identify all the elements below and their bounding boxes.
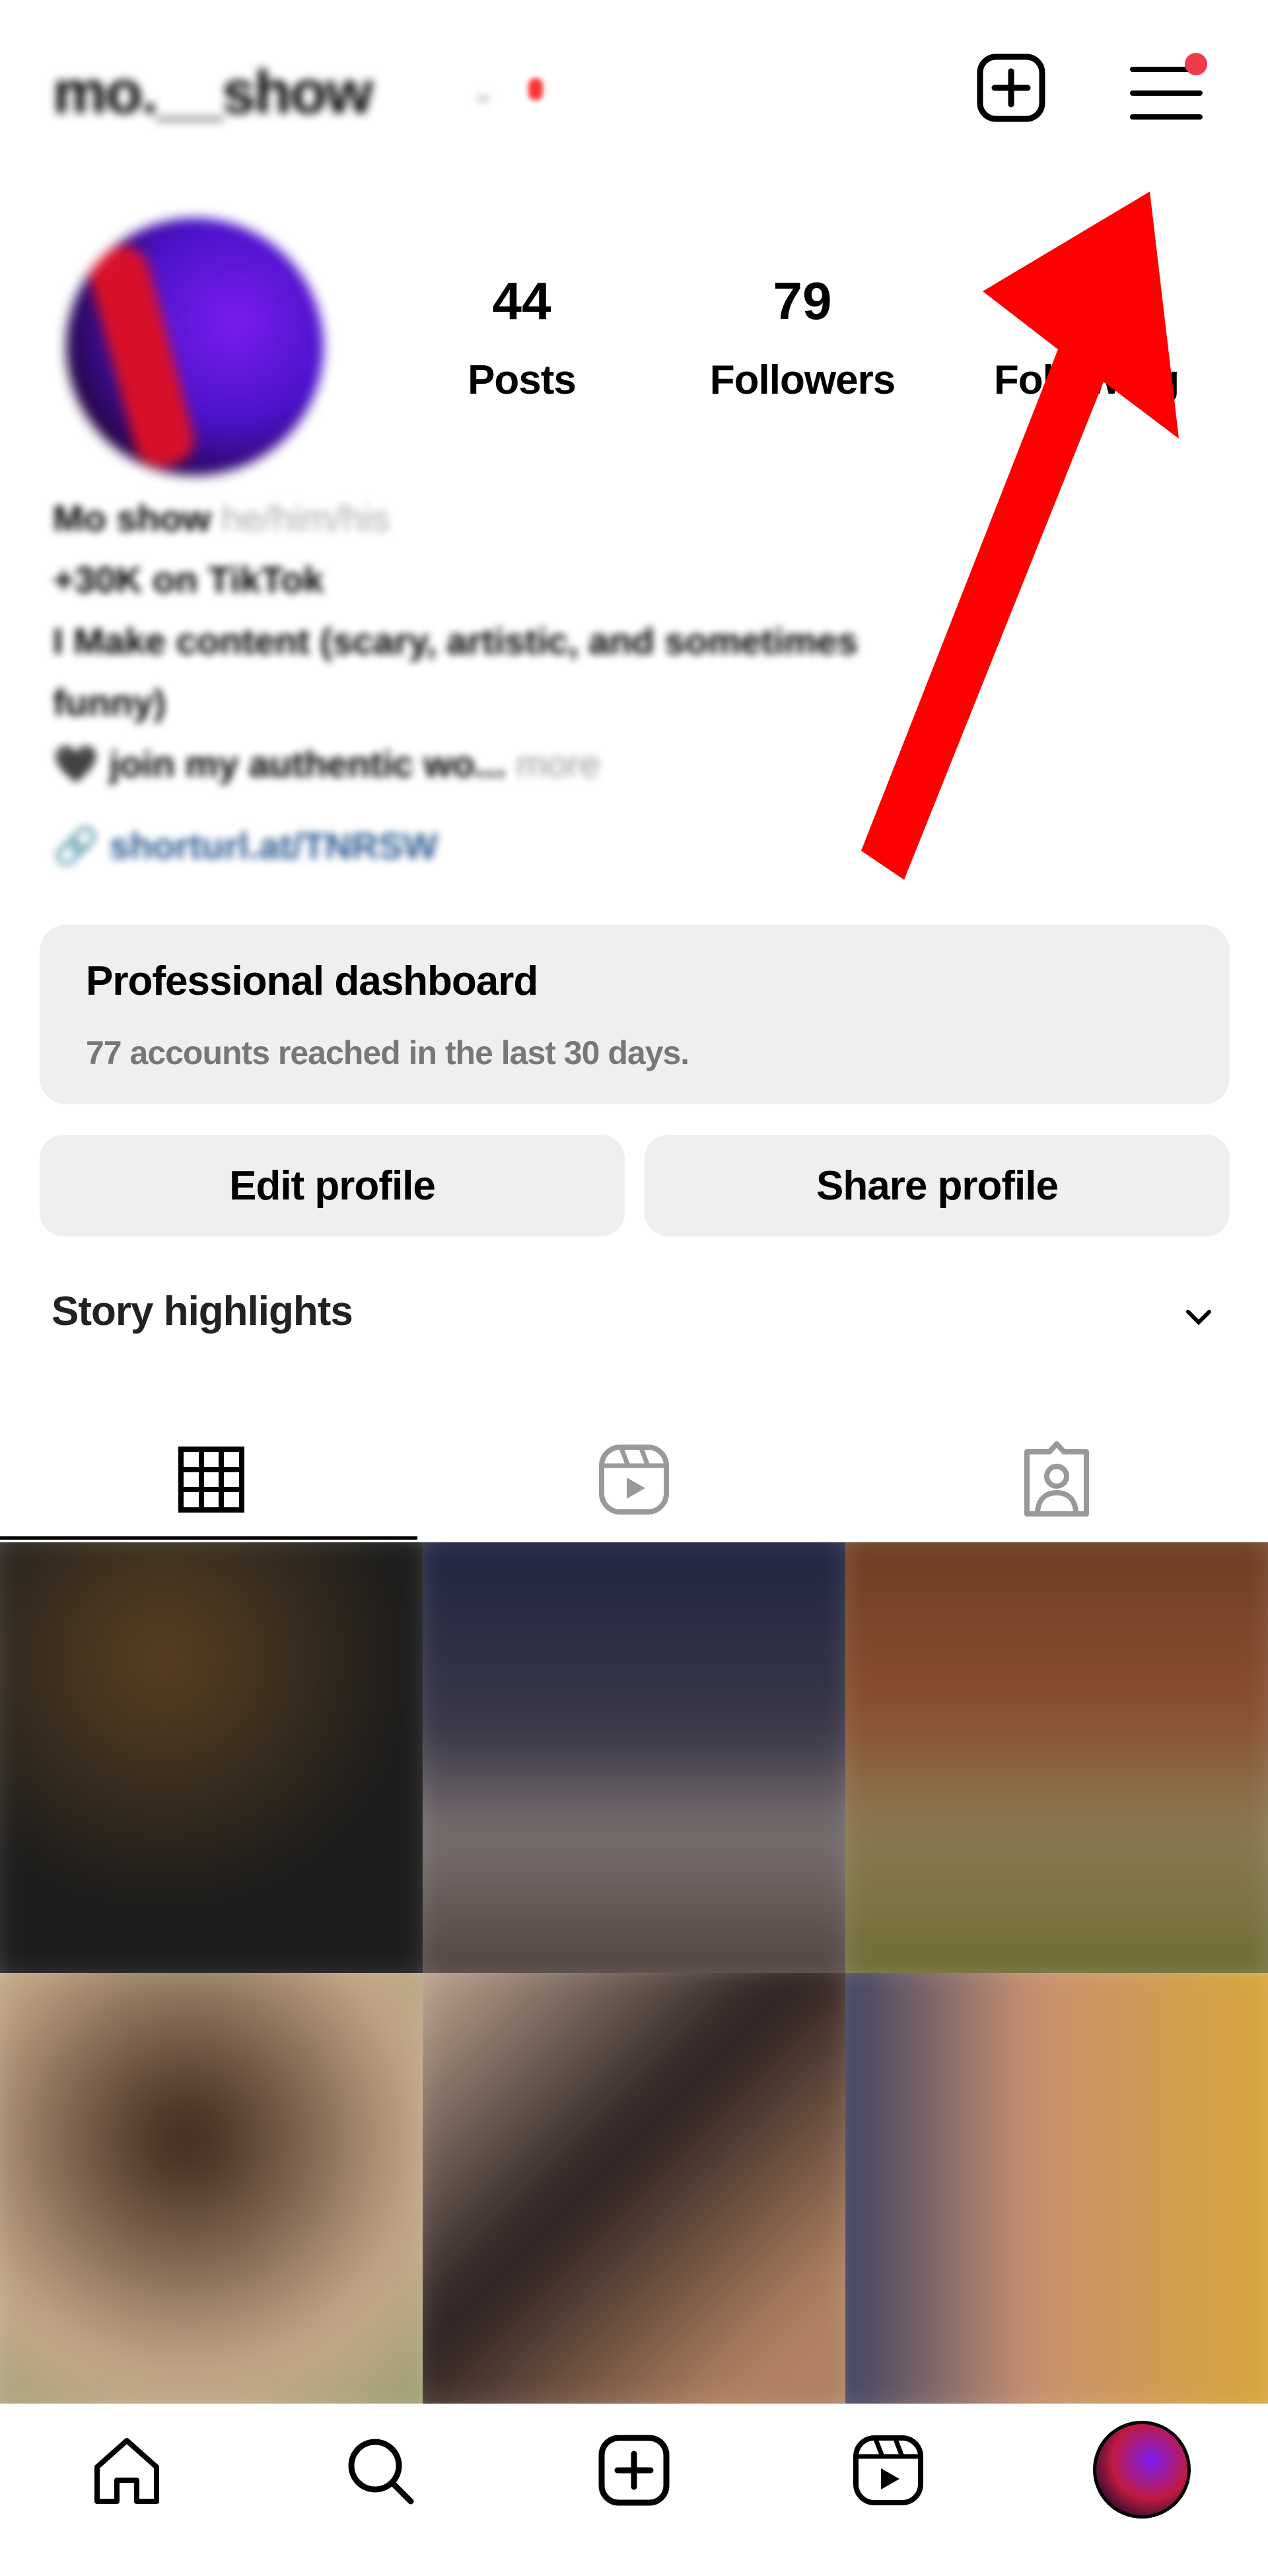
story-highlights-toggle[interactable] (1179, 1301, 1218, 1334)
nav-profile-avatar[interactable] (1093, 2421, 1191, 2519)
red-arrow-annotation (861, 192, 1179, 880)
post-thumbnail[interactable] (845, 1973, 1268, 2404)
post-thumbnail[interactable] (0, 1542, 423, 1973)
plus-square-icon (598, 2435, 670, 2506)
tab-reels[interactable] (423, 1420, 845, 1539)
chevron-down-icon (1186, 1310, 1211, 1326)
nav-home[interactable] (87, 2431, 166, 2510)
post-thumbnail[interactable] (0, 1973, 423, 2404)
arrow-shape (861, 192, 1179, 880)
dashboard-subtitle: 77 accounts reached in the last 30 days. (86, 1034, 689, 1071)
professional-dashboard-card[interactable]: Professional dashboard 77 accounts reach… (40, 925, 1230, 1104)
post-thumbnail[interactable] (423, 1542, 845, 1973)
nav-reels[interactable] (849, 2431, 928, 2510)
story-highlights-label: Story highlights (52, 1289, 353, 1334)
reels-icon (599, 1445, 669, 1515)
home-icon (94, 2438, 159, 2504)
share-profile-button[interactable]: Share profile (645, 1135, 1230, 1236)
reels-icon (853, 2435, 923, 2505)
edit-profile-button[interactable]: Edit profile (40, 1135, 625, 1236)
dashboard-title: Professional dashboard (86, 958, 538, 1004)
nav-create[interactable] (594, 2431, 674, 2510)
post-thumbnail[interactable] (423, 1973, 845, 2404)
search-icon (348, 2439, 414, 2505)
tagged-person-icon (1024, 1441, 1089, 1517)
grid-icon (178, 1447, 244, 1513)
tab-posts-grid[interactable] (0, 1420, 423, 1539)
nav-search[interactable] (340, 2431, 419, 2510)
tab-tagged[interactable] (845, 1420, 1268, 1539)
post-thumbnail[interactable] (845, 1542, 1268, 1973)
active-tab-indicator (0, 1536, 417, 1540)
